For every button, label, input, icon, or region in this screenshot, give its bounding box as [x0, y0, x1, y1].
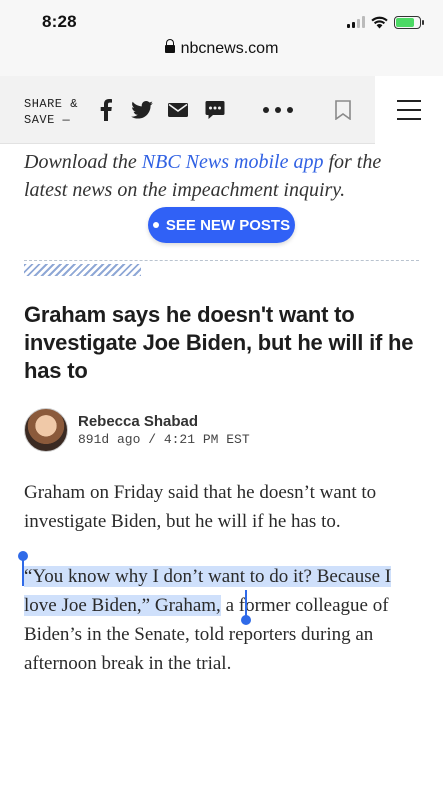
mobile-app-link[interactable]: NBC News mobile app: [142, 151, 324, 173]
sms-icon[interactable]: [203, 98, 227, 122]
author-info: Rebecca Shabad 891d ago / 4:21 PM EST: [78, 413, 250, 447]
share-toolbar: SHARE & SAVE —: [0, 76, 443, 144]
email-icon[interactable]: [166, 98, 190, 122]
share-label-line1: SHARE &: [24, 97, 78, 111]
address-bar[interactable]: nbcnews.com: [0, 39, 443, 58]
twitter-icon[interactable]: [130, 98, 154, 122]
author-name[interactable]: Rebecca Shabad: [78, 413, 250, 430]
wifi-icon: [371, 16, 388, 28]
hamburger-menu-icon[interactable]: [375, 76, 443, 144]
post-headline[interactable]: Graham says he doesn't want to investiga…: [24, 301, 419, 385]
byline: Rebecca Shabad 891d ago / 4:21 PM EST: [24, 408, 250, 452]
cellular-signal-icon: [347, 16, 365, 28]
new-posts-dot-icon: [152, 222, 159, 228]
author-avatar[interactable]: [24, 408, 68, 452]
facebook-icon[interactable]: [94, 98, 118, 122]
see-new-posts-label: SEE NEW POSTS: [165, 216, 291, 234]
more-icon[interactable]: [263, 98, 293, 122]
post-paragraph-1: Graham on Friday said that he doesn’t wa…: [24, 482, 377, 532]
browser-top-bar: 8:28 nbcnews.com: [0, 0, 443, 76]
lock-icon: [164, 39, 175, 53]
post-divider-hatch: [24, 264, 141, 276]
post-paragraph-2: “You know why I don’t want to do it? Bec…: [24, 562, 424, 678]
post-timestamp: 891d ago / 4:21 PM EST: [78, 432, 250, 447]
share-save-label: SHARE & SAVE —: [24, 96, 78, 128]
app-promo-text: Download the NBC News mobile app for the…: [24, 148, 424, 204]
selection-end-handle[interactable]: [241, 615, 251, 625]
status-icons: [347, 14, 424, 30]
url-text: nbcnews.com: [180, 40, 279, 57]
bookmark-icon[interactable]: [331, 98, 355, 122]
selection-end-caret: [245, 590, 247, 618]
battery-icon: [394, 15, 424, 29]
see-new-posts-button[interactable]: SEE NEW POSTS: [148, 207, 295, 243]
selection-start-caret: [22, 558, 24, 586]
status-time: 8:28: [42, 12, 77, 31]
promo-prefix: Download the: [24, 151, 142, 173]
post-divider: [24, 260, 419, 261]
share-label-line2: SAVE —: [24, 113, 71, 127]
